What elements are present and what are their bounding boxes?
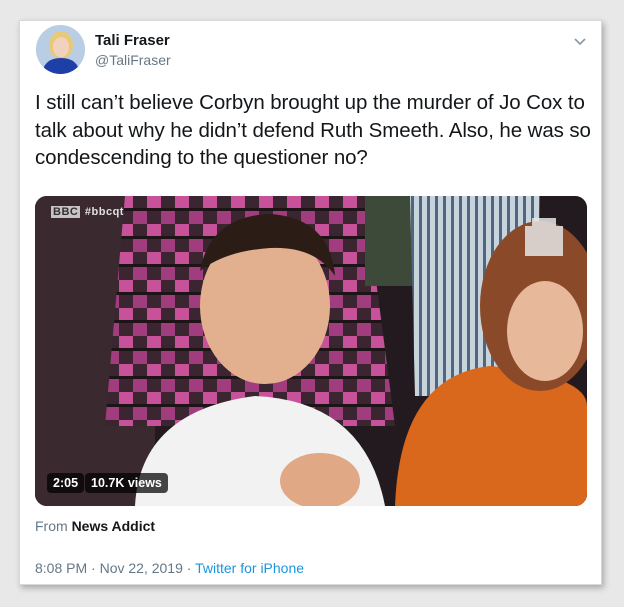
tweet-card: Tali Fraser @TaliFraser I still can’t be… [19,20,602,585]
source-name[interactable]: News Addict [72,518,156,534]
author-handle[interactable]: @TaliFraser [95,52,171,68]
duration-badge: 2:05 [47,473,85,493]
hashtag-label: #bbcqt [84,206,124,218]
meta-separator: · [186,560,192,576]
avatar-image [36,25,85,74]
source-prefix: From [35,518,68,534]
tweet-time[interactable]: 8:08 PM [35,560,87,576]
media-source: From News Addict [35,518,155,534]
channel-logo: BBC [51,206,81,218]
video-thumbnail [35,196,587,506]
author-name[interactable]: Tali Fraser [95,32,170,49]
chevron-down-icon[interactable] [573,33,587,46]
views-badge: 10.7K views [85,473,168,493]
tweet-date[interactable]: Nov 22, 2019 [100,560,183,576]
tweet-text: I still can’t believe Corbyn brought up … [35,91,591,169]
meta-separator: · [91,560,96,576]
tweet-meta: 8:08 PM · Nov 22, 2019 · Twitter for iPh… [35,560,304,576]
avatar[interactable] [36,25,85,74]
client-link[interactable]: Twitter for iPhone [195,560,304,576]
video-player[interactable]: BBC #bbcqt 2:05 10.7K views [35,196,587,506]
bbc-watermark: BBC #bbcqt [51,206,124,218]
